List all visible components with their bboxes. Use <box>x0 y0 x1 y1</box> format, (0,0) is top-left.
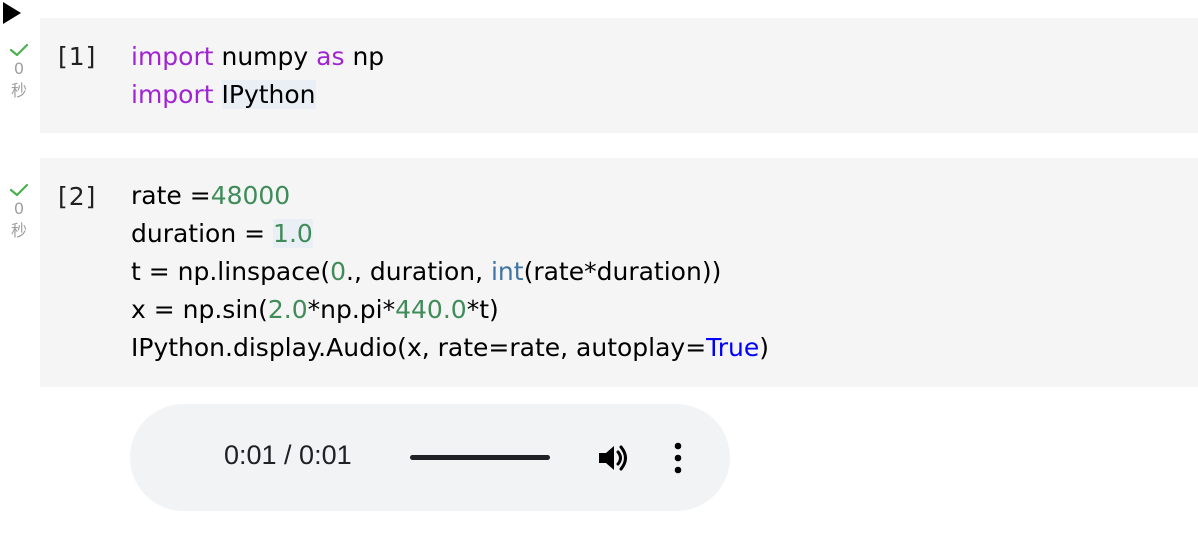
code-token: *t) <box>466 295 499 324</box>
code-line: x = np.sin(2.0*np.pi*440.0*t) <box>131 291 769 329</box>
exec-seconds: 0 <box>13 59 25 78</box>
cell-status: 0 秒 <box>0 42 38 102</box>
code-token: True <box>706 333 760 362</box>
code-token: int <box>490 257 524 286</box>
code-token: import <box>131 80 214 109</box>
code-editor[interactable]: import numpy as np import IPython <box>131 38 384 114</box>
code-cell-2[interactable]: 0 秒 [2] rate =48000 duration = 1.0 t = np.… <box>0 158 1198 387</box>
code-token: 440.0 <box>395 295 467 324</box>
execution-count: [1] <box>58 42 97 71</box>
code-token: t = np.linspace( <box>131 257 331 286</box>
check-icon <box>9 43 29 57</box>
code-token: numpy <box>213 42 317 71</box>
code-token: ) <box>759 333 770 362</box>
more-vert-icon[interactable] <box>668 442 688 474</box>
code-token: np <box>344 42 385 71</box>
cell-status: 0 秒 <box>0 182 38 242</box>
audio-progress-bar[interactable] <box>410 455 550 460</box>
code-line: import IPython <box>131 76 384 114</box>
code-line: t = np.linspace(0., duration, int(rate*d… <box>131 253 769 291</box>
code-token: 2.0 <box>267 295 308 324</box>
code-token: IPython <box>221 80 316 109</box>
code-token: *np.pi* <box>307 295 396 324</box>
code-token: as <box>316 42 345 71</box>
code-editor[interactable]: rate =48000 duration = 1.0 t = np.linspace… <box>131 177 769 367</box>
code-token: 0 <box>330 257 347 286</box>
code-line: duration = 1.0 <box>131 215 769 253</box>
code-line: IPython.display.Audio(x, rate=rate, auto… <box>131 329 769 367</box>
code-token: 48000 <box>210 181 291 210</box>
execution-count: [2] <box>58 182 97 211</box>
play-icon[interactable] <box>0 0 24 26</box>
code-token: (rate*duration)) <box>523 257 722 286</box>
code-token: duration = <box>131 219 274 248</box>
code-line: rate =48000 <box>131 177 769 215</box>
exec-unit: 秒 <box>10 221 27 240</box>
exec-unit: 秒 <box>10 81 27 100</box>
code-line: import numpy as np <box>131 38 384 76</box>
audio-time: 0:01 / 0:01 <box>224 440 352 470</box>
volume-icon[interactable] <box>596 442 632 474</box>
code-token: rate = <box>131 181 211 210</box>
code-cell-1[interactable]: 0 秒 [1] import numpy as np import IPython <box>0 18 1198 133</box>
exec-seconds: 0 <box>13 199 25 218</box>
code-token: import <box>131 42 214 71</box>
code-token: IPython.display.Audio(x, rate=rate, auto… <box>131 333 707 362</box>
code-token: 1.0 <box>273 219 313 248</box>
check-icon <box>9 183 29 197</box>
code-token: ., duration, <box>346 257 491 286</box>
code-token: x = np.sin( <box>131 295 268 324</box>
